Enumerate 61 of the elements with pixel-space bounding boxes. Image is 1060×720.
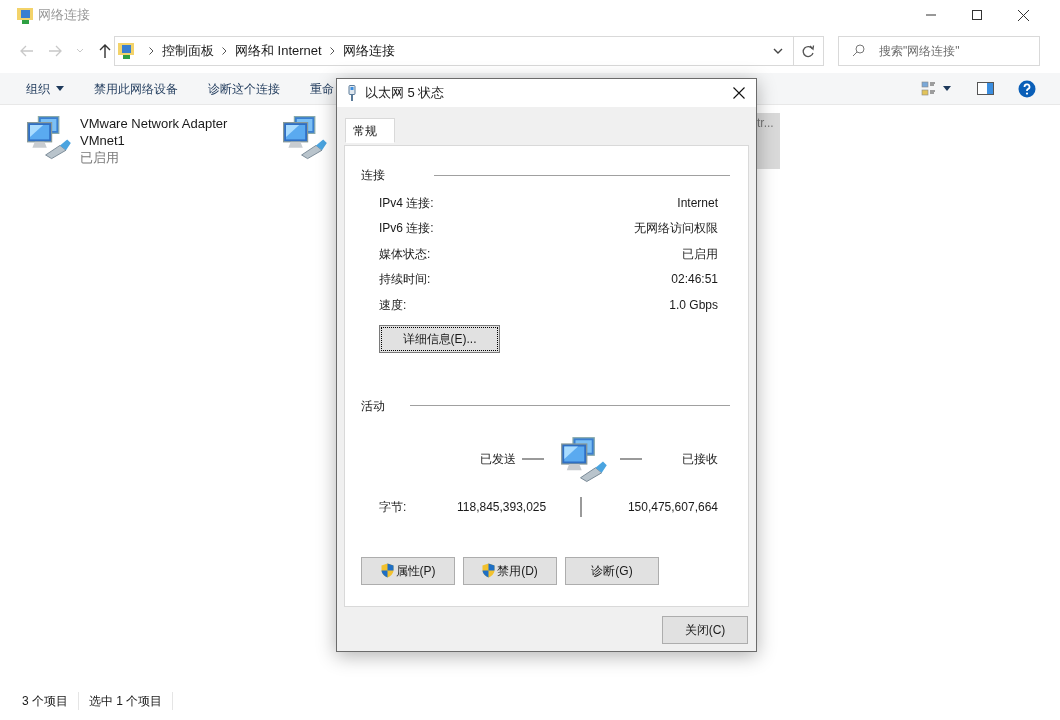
sent-label: 已发送 [480,450,516,468]
dialog-button[interactable]: 禁用(D) [463,556,557,585]
close-icon [733,87,745,99]
window-title: 网络连接 [38,6,90,25]
dropdown-icon[interactable] [773,48,783,54]
ethernet-icon [347,85,357,101]
chevron-icon [329,47,335,55]
field-label: IPv6 连接: [379,220,434,238]
help-button[interactable] [1018,79,1036,98]
details-button[interactable]: 详细信息(E)... [379,324,500,353]
toolbar-button[interactable]: 禁用此网络设备 [94,79,178,98]
network-adapter-icon [24,113,72,161]
chevron-icon [149,47,154,55]
search-field[interactable]: 搜索"网络连接" [838,36,1040,66]
view-options-button[interactable] [921,80,951,97]
field-value: 无网络访问权限 [634,220,718,238]
app-icon [16,7,34,25]
group-heading: 活动 [361,397,386,415]
field-value: 1.0 Gbps [669,296,718,314]
dialog-title: 以太网 5 状态 [365,84,445,103]
refresh-button[interactable] [794,36,824,66]
tab[interactable]: 常规 [345,118,395,143]
status-text: 选中 1 个项目 [89,692,174,710]
toolbar-button[interactable]: 诊断这个连接 [208,79,280,98]
up-icon[interactable] [98,43,112,59]
field-label: 字节: [379,498,408,516]
preview-pane-button[interactable] [977,82,994,95]
close-icon [1017,9,1029,21]
dialog-button[interactable]: 诊断(G) [565,556,659,585]
status-text: 3 个项目 [22,692,79,710]
caret-icon [943,86,951,91]
maximize-icon [972,10,982,20]
network-adapter-icon [280,113,328,161]
chevron-icon [222,47,227,55]
adapter-name: VMware Network Adapter [80,115,228,132]
breadcrumb[interactable]: 控制面板 [162,41,214,61]
close-dialog-button[interactable]: 关闭(C) [662,616,748,644]
field-label: IPv4 连接: [379,194,434,212]
received-label: 已接收 [682,450,718,468]
breadcrumb[interactable]: 网络连接 [342,41,395,61]
field-label: 速度: [379,296,407,314]
group-heading: 连接 [361,167,386,184]
toolbar-button[interactable]: 重命 [310,79,334,98]
sent-bytes: 118,845,393,025 [457,498,547,516]
device-name: tr... [757,115,774,132]
received-bytes: 150,475,607,664 [627,498,718,516]
field-label: 媒体状态: [379,245,431,263]
field-value: 已启用 [682,245,718,263]
device-name: VMnet1 [80,132,126,149]
address-bar[interactable]: 控制面板 网络和 Internet 网络连接 [114,36,794,66]
adapter-status: 已启用 [80,149,120,166]
field-value: 02:46:51 [671,271,718,289]
breadcrumb[interactable]: 网络和 Internet [235,41,322,61]
control-panel-icon [117,42,135,60]
field-value: Internet [677,194,718,212]
search-icon [852,44,865,57]
caret-icon [56,86,64,91]
toolbar-button[interactable]: 组织 [26,79,64,98]
refresh-icon [802,44,815,58]
field-label: 持续时间: [379,271,431,289]
dialog-button[interactable]: 属性(P) [361,556,455,585]
